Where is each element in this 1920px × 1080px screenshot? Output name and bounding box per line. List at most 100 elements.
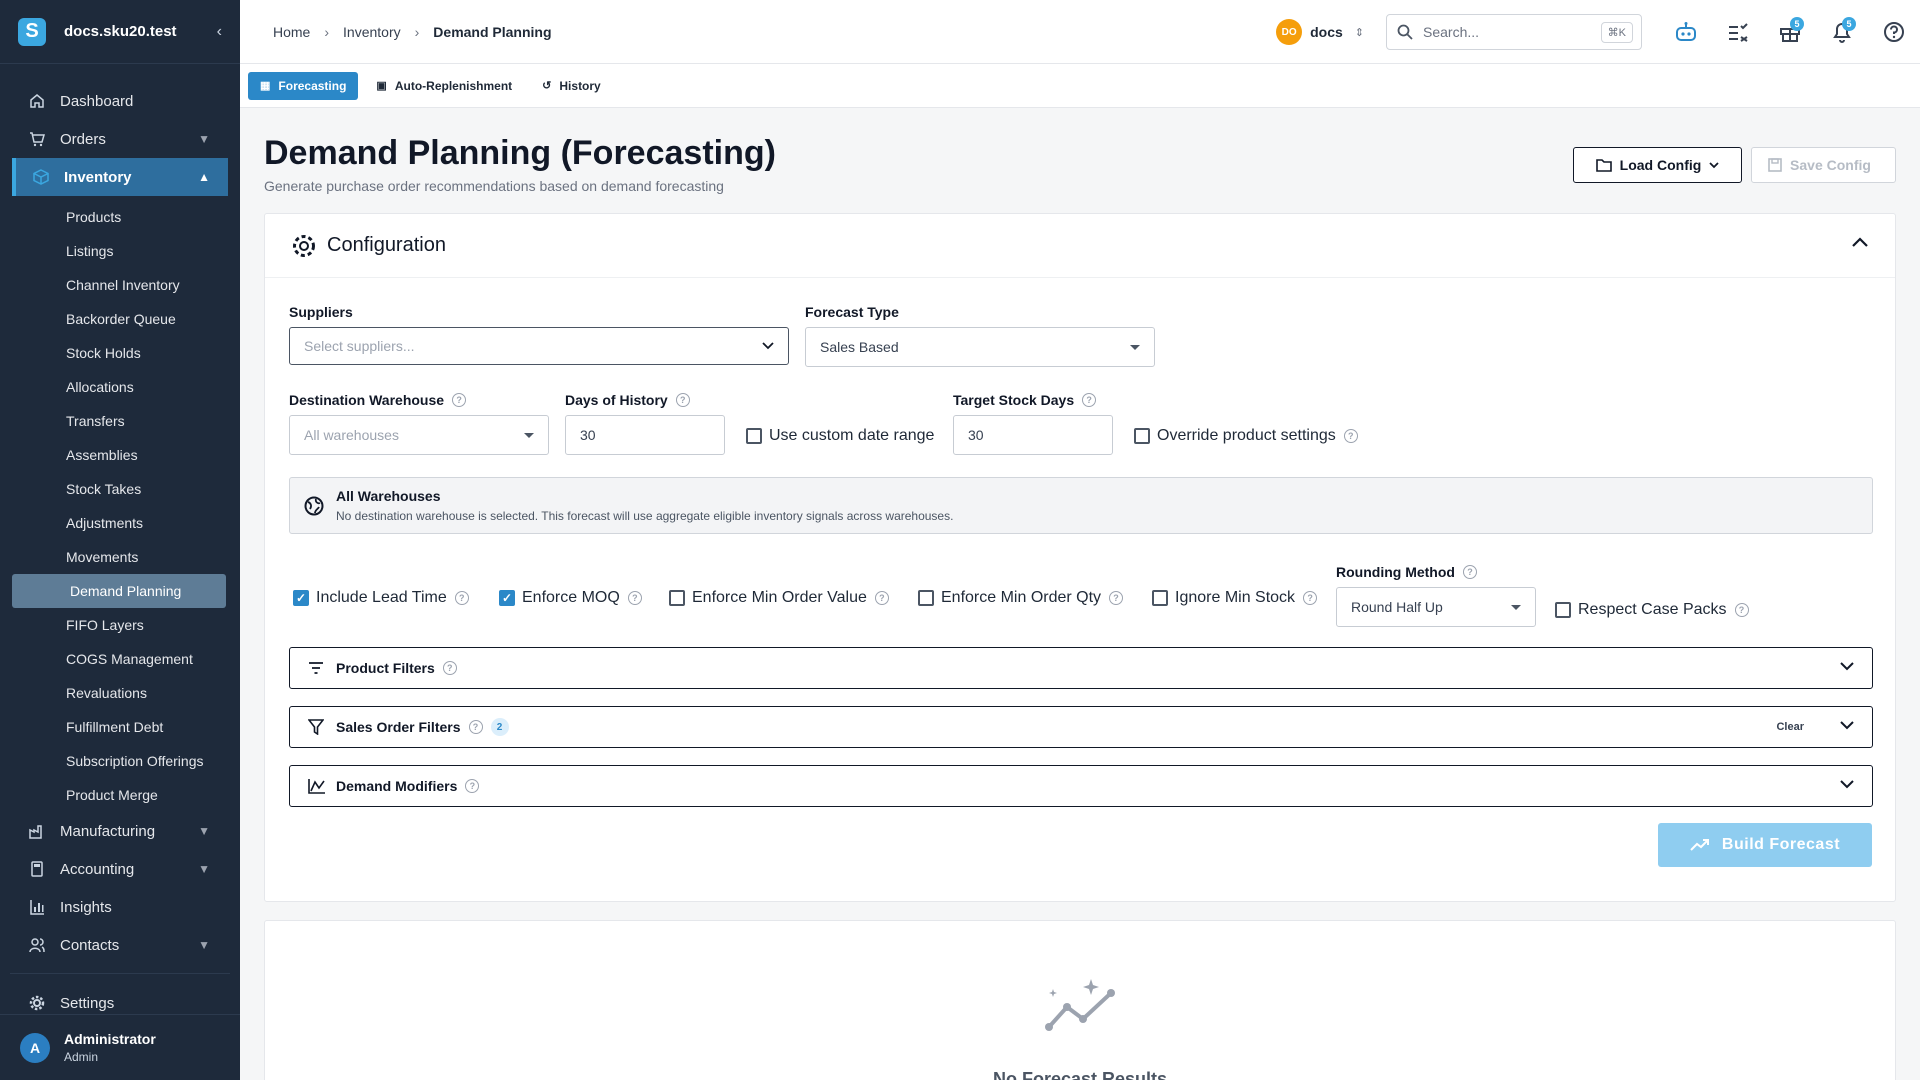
destination-warehouse-select[interactable]: All warehouses	[289, 415, 549, 455]
sidebar-item-insights[interactable]: Insights	[0, 888, 240, 926]
rounding-method-select[interactable]: Round Half Up	[1336, 587, 1536, 627]
page-title: Demand Planning (Forecasting)	[264, 134, 776, 172]
chevron-down-icon: ▼	[198, 132, 210, 146]
checkbox-box[interactable]	[1555, 602, 1571, 618]
checkbox-box[interactable]	[1152, 590, 1168, 606]
forecast-type-label: Forecast Type	[805, 304, 899, 320]
target-stock-days-input[interactable]: 30	[953, 415, 1113, 455]
sidebar-sub-listings[interactable]: Listings	[0, 234, 240, 268]
sidebar-sub-demand-planning[interactable]: Demand Planning	[12, 574, 226, 608]
sidebar-item-orders[interactable]: Orders ▼	[0, 120, 240, 158]
sidebar-sub-products[interactable]: Products	[0, 200, 240, 234]
help-icon[interactable]: ?	[1082, 393, 1097, 407]
help-icon[interactable]: ?	[1343, 429, 1358, 443]
checkbox-box[interactable]	[918, 590, 934, 606]
sidebar-sub-fulfillment-debt[interactable]: Fulfillment Debt	[0, 710, 240, 744]
topbar-actions: DO docs ⇕ Search... ⌘K 5 5	[1276, 0, 1920, 64]
demand-modifiers-accordion[interactable]: Demand Modifiers ?	[289, 765, 1873, 807]
sidebar-sub-adjustments[interactable]: Adjustments	[0, 506, 240, 540]
assistant-button[interactable]	[1660, 0, 1712, 64]
respect-case-packs-checkbox[interactable]: Respect Case Packs ?	[1555, 601, 1749, 619]
tab-auto-replenishment[interactable]: ▣ Auto-Replenishment	[364, 72, 524, 100]
checkbox-box[interactable]	[746, 428, 762, 444]
help-icon[interactable]: ?	[874, 591, 889, 605]
override-product-settings-checkbox[interactable]: Override product settings ?	[1134, 427, 1358, 445]
checkbox-checked-icon[interactable]: ✓	[293, 590, 309, 606]
save-config-button[interactable]: Save Config	[1751, 147, 1896, 183]
tab-label: History	[559, 78, 601, 93]
suppliers-select[interactable]: Select suppliers...	[289, 327, 789, 365]
search-input[interactable]: Search... ⌘K	[1386, 14, 1642, 50]
checkbox-box[interactable]	[669, 590, 685, 606]
sidebar-sub-movements[interactable]: Movements	[0, 540, 240, 574]
help-icon[interactable]: ?	[1109, 591, 1124, 605]
sidebar-sub-assemblies[interactable]: Assemblies	[0, 438, 240, 472]
sidebar-sub-allocations[interactable]: Allocations	[0, 370, 240, 404]
ignore-min-stock-checkbox[interactable]: Ignore Min Stock ?	[1152, 589, 1318, 607]
checkbox-label: Enforce Min Order Qty	[941, 589, 1102, 606]
tab-forecasting[interactable]: ▦ Forecasting	[248, 71, 359, 100]
help-icon[interactable]: ?	[1462, 565, 1477, 579]
help-icon[interactable]: ?	[675, 393, 690, 407]
checkbox-box[interactable]	[1134, 428, 1150, 444]
sidebar-sub-stock-holds[interactable]: Stock Holds	[0, 336, 240, 370]
workspace-switcher[interactable]: DO docs ⇕	[1276, 19, 1364, 45]
enforce-moq-checkbox[interactable]: ✓ Enforce MOQ ?	[499, 589, 642, 607]
notifications-button[interactable]: 5	[1816, 0, 1868, 64]
help-icon[interactable]: ?	[1303, 591, 1318, 605]
checkbox-checked-icon[interactable]: ✓	[499, 590, 515, 606]
help-icon[interactable]: ?	[465, 779, 480, 793]
breadcrumb-home[interactable]: Home	[273, 24, 310, 40]
sidebar-item-inventory[interactable]: Inventory ▲	[12, 158, 228, 196]
include-lead-time-checkbox[interactable]: ✓ Include Lead Time ?	[293, 589, 469, 607]
breadcrumb-separator-icon: ›	[324, 23, 330, 40]
help-icon[interactable]: ?	[627, 591, 642, 605]
breadcrumb-inventory[interactable]: Inventory	[343, 24, 401, 40]
load-config-button[interactable]: Load Config	[1573, 147, 1742, 183]
sidebar-sub-cogs-management[interactable]: COGS Management	[0, 642, 240, 676]
chevron-down-icon	[1840, 780, 1854, 789]
sidebar-sub-revaluations[interactable]: Revaluations	[0, 676, 240, 710]
sidebar-sub-product-merge[interactable]: Product Merge	[0, 778, 240, 812]
days-history-input[interactable]: 30	[565, 415, 725, 455]
build-forecast-button[interactable]: Build Forecast	[1658, 823, 1872, 867]
sidebar-item-dashboard[interactable]: Dashboard	[0, 82, 240, 120]
app-logo[interactable]: S	[18, 17, 46, 46]
sidebar-item-accounting[interactable]: Accounting ▼	[0, 850, 240, 888]
gifts-button[interactable]: 5	[1764, 0, 1816, 64]
sidebar-sub-stock-takes[interactable]: Stock Takes	[0, 472, 240, 506]
tab-history[interactable]: ↺ History	[530, 72, 613, 100]
sidebar-sub-backorder-queue[interactable]: Backorder Queue	[0, 302, 240, 336]
help-button[interactable]	[1868, 0, 1920, 64]
search-placeholder: Search...	[1423, 24, 1480, 40]
sidebar-item-contacts[interactable]: Contacts ▼	[0, 926, 240, 964]
help-icon[interactable]: ?	[468, 720, 483, 734]
help-icon[interactable]: ?	[442, 661, 457, 675]
custom-date-range-checkbox[interactable]: Use custom date range	[746, 427, 934, 445]
checkbox-label: Override product settings	[1157, 427, 1336, 444]
checkbox-label: Use custom date range	[769, 427, 935, 444]
sidebar-sub-transfers[interactable]: Transfers	[0, 404, 240, 438]
search-shortcut: ⌘K	[1600, 21, 1633, 43]
sales-order-filters-accordion[interactable]: Sales Order Filters ? 2 Clear	[289, 706, 1873, 748]
sidebar-sub-fifo-layers[interactable]: FIFO Layers	[0, 608, 240, 642]
sidebar-item-manufacturing[interactable]: Manufacturing ▼	[0, 812, 240, 850]
help-icon[interactable]: ?	[1734, 603, 1749, 617]
help-icon[interactable]: ?	[452, 393, 467, 407]
configuration-header[interactable]: Configuration	[265, 214, 1895, 278]
avatar: A	[20, 1032, 50, 1063]
enforce-min-order-value-checkbox[interactable]: Enforce Min Order Value ?	[669, 589, 889, 607]
workspace-domain[interactable]: docs.sku20.test	[64, 23, 217, 40]
enforce-min-order-qty-checkbox[interactable]: Enforce Min Order Qty ?	[918, 589, 1124, 607]
chevron-up-icon[interactable]	[1851, 236, 1869, 248]
sidebar-sub-subscription-offerings[interactable]: Subscription Offerings	[0, 744, 240, 778]
tasks-button[interactable]	[1712, 0, 1764, 64]
sidebar-sub-channel-inventory[interactable]: Channel Inventory	[0, 268, 240, 302]
forecast-type-select[interactable]: Sales Based	[805, 327, 1155, 367]
clear-filters-button[interactable]: Clear	[1776, 721, 1804, 733]
help-icon[interactable]: ?	[454, 591, 469, 605]
collapse-sidebar-icon[interactable]: ‹	[217, 23, 222, 41]
chevron-down-icon	[1840, 721, 1854, 730]
user-profile[interactable]: A Administrator Admin	[0, 1014, 240, 1080]
product-filters-accordion[interactable]: Product Filters ?	[289, 647, 1873, 689]
